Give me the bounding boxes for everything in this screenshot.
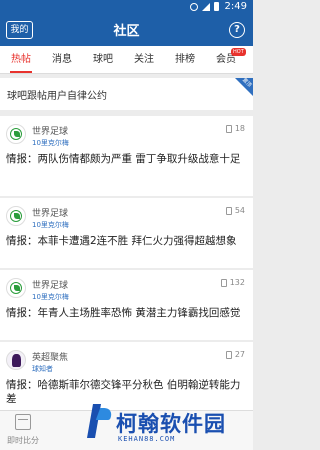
comment-icon [225, 350, 232, 359]
soccer-logo-avatar[interactable] [6, 278, 26, 298]
soccer-logo-avatar[interactable] [6, 206, 26, 226]
post-title[interactable]: 情报：两队伤情都颇为严重 雷丁争取升级战意十足 [6, 152, 245, 166]
calendar-icon [15, 414, 31, 430]
tab-forum[interactable]: 球吧 [85, 46, 121, 74]
pinned-notice[interactable]: 球吧跟帖用户自律公约 置顶 [0, 77, 253, 110]
post-author[interactable]: 世界足球 [32, 124, 68, 137]
signal-icon [202, 2, 210, 11]
tab-following[interactable]: 关注 [126, 46, 162, 74]
post-author[interactable]: 英超聚焦 [32, 350, 68, 363]
comment-icon [220, 278, 227, 287]
post-title[interactable]: 情报：年青人主场胜率恐怖 黄潜主力锋霸找回感觉 [6, 306, 245, 320]
comment-count: 132 [220, 278, 245, 287]
status-bar: 2:49 [0, 0, 253, 14]
post-item[interactable]: 世界足球 10里克尔梅 54 情报：本菲卡遭遇2连不胜 拜仁火力强得超越想象 [0, 198, 253, 268]
post-subauthor[interactable]: 10里克尔梅 [32, 292, 69, 302]
post-subauthor[interactable]: 10里克尔梅 [32, 220, 69, 230]
comment-count: 27 [225, 350, 245, 359]
post-subauthor[interactable]: 10里克尔梅 [32, 138, 69, 148]
status-time: 2:49 [224, 1, 247, 12]
soccer-logo-avatar[interactable] [6, 124, 26, 144]
nav-live-scores-label: 即时比分 [7, 436, 39, 445]
post-author[interactable]: 世界足球 [32, 206, 68, 219]
comment-count-value: 132 [229, 278, 245, 287]
title-bar: 我的 社区 ? [0, 14, 253, 46]
post-item[interactable]: 世界足球 10里克尔梅 18 情报：两队伤情都颇为严重 雷丁争取升级战意十足 [0, 116, 253, 196]
post-title[interactable]: 情报：本菲卡遭遇2连不胜 拜仁火力强得超越想象 [6, 234, 245, 248]
sync-icon [190, 2, 198, 11]
comment-count: 18 [225, 124, 245, 133]
active-tab-indicator [10, 71, 32, 73]
tab-messages[interactable]: 消息 [44, 46, 80, 74]
hot-badge: HOT [231, 48, 246, 56]
help-button[interactable]: ? [229, 22, 245, 38]
post-author[interactable]: 世界足球 [32, 278, 68, 291]
tab-bar: 热帖 消息 球吧 关注 排榜 会员 HOT [0, 46, 253, 74]
notice-text: 球吧跟帖用户自律公约 [7, 91, 107, 102]
comment-icon [225, 206, 232, 215]
system-icons [190, 2, 219, 11]
tab-rankings[interactable]: 排榜 [167, 46, 203, 74]
watermark: 柯翰软件园 KEHAN88.COM [86, 398, 253, 450]
comment-count-value: 18 [234, 124, 245, 133]
premier-league-logo-avatar[interactable] [6, 350, 26, 370]
watermark-domain: KEHAN88.COM [118, 435, 176, 443]
post-item[interactable]: 世界足球 10里克尔梅 132 情报：年青人主场胜率恐怖 黄潜主力锋霸找回感觉 [0, 270, 253, 340]
battery-icon [214, 2, 219, 11]
watermark-logo-icon [86, 398, 115, 442]
page-title: 社区 [113, 24, 140, 39]
tab-hot-posts[interactable]: 热帖 [3, 46, 39, 74]
comment-count-value: 27 [234, 350, 245, 359]
nav-live-scores[interactable]: 即时比分 [4, 414, 42, 446]
comment-count: 54 [225, 206, 245, 215]
comment-icon [225, 124, 232, 133]
post-subauthor[interactable]: 球知者 [32, 364, 53, 374]
watermark-brand: 柯翰软件园 [116, 412, 226, 436]
comment-count-value: 54 [234, 206, 245, 215]
